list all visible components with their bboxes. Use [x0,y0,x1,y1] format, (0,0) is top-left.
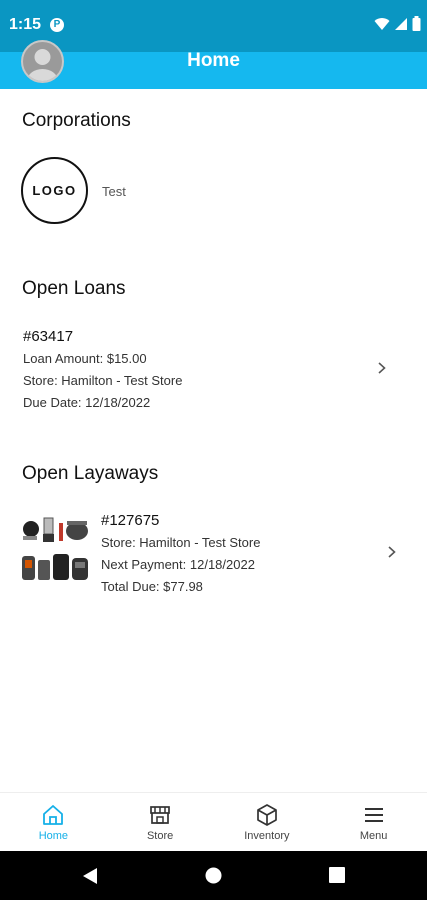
menu-icon [364,808,383,822]
app-header: Home [0,50,427,89]
back-icon[interactable] [82,867,98,885]
loan-due-date: Due Date: 12/18/2022 [23,395,151,410]
app-notification-icon: P [50,18,64,32]
layaway-number: #127675 [101,512,160,529]
layaway-total-due: Total Due: $77.98 [101,579,203,594]
status-time: 1:15 [9,16,42,33]
layaway-next-payment: Next Payment: 12/18/2022 [101,557,255,572]
nav-label-store: Store [146,830,174,842]
nav-item-inventory[interactable]: Inventory [214,793,321,851]
nav-item-store[interactable]: Store [107,793,214,851]
corporation-name: Test [102,184,126,199]
layaway-card[interactable]: #127675 Store: Hamilton - Test Store Nex… [0,505,427,605]
home-button-icon[interactable] [205,867,222,884]
nav-item-home[interactable]: Home [0,793,107,851]
chevron-right-icon [388,546,396,558]
nav-label-inventory: Inventory [244,830,290,842]
loan-number: #63417 [23,328,74,345]
recents-icon[interactable] [329,867,345,883]
nav-label-home: Home [38,830,69,842]
layaway-store: Store: Hamilton - Test Store [101,535,261,550]
store-icon [150,806,170,824]
signal-icon [395,17,407,30]
corporation-logo: LOGO [21,157,88,224]
avatar[interactable] [21,40,64,83]
loan-card[interactable]: #63417 Loan Amount: $15.00 Store: Hamilt… [0,320,427,420]
box-icon [257,804,277,826]
nav-item-menu[interactable]: Menu [320,793,427,851]
page-title: Home [187,50,240,71]
home-icon [43,805,64,825]
nav-label-menu: Menu [359,830,388,842]
status-icons [374,16,421,31]
system-nav-bar [0,851,427,900]
status-bar: 1:15 P [0,0,427,52]
corporations-title: Corporations [22,110,131,131]
loan-store: Store: Hamilton - Test Store [23,373,183,388]
wifi-icon [374,17,390,30]
chevron-right-icon [378,362,386,374]
open-loans-title: Open Loans [22,278,126,299]
bottom-nav: Home Store Inventory Menu [0,792,427,851]
battery-icon [412,16,421,31]
open-layaways-title: Open Layaways [22,463,159,484]
layaway-products-image [22,517,88,580]
loan-amount: Loan Amount: $15.00 [23,351,147,366]
